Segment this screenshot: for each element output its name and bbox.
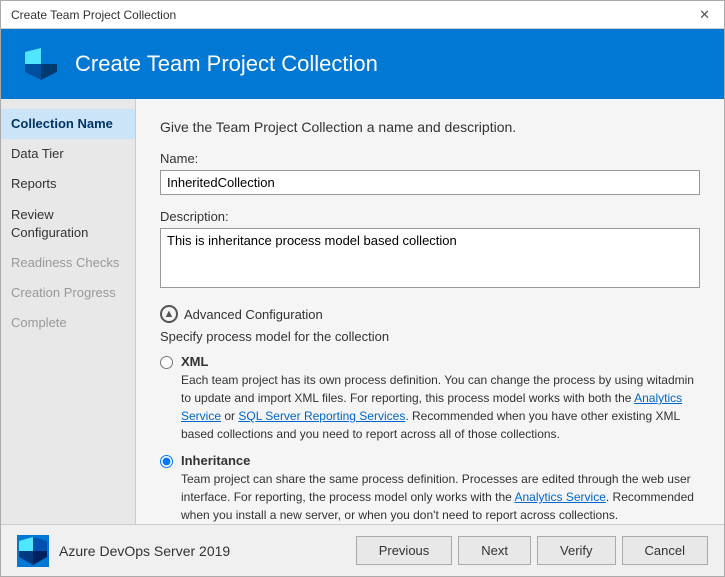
xml-radio-label[interactable]: XML — [181, 354, 208, 369]
description-input[interactable]: This is inheritance process model based … — [160, 228, 700, 288]
inheritance-radio-item: Inheritance Team project can share the s… — [160, 453, 700, 524]
xml-radio-content: XML Each team project has its own proces… — [181, 354, 700, 443]
title-bar: Create Team Project Collection ✕ — [1, 1, 724, 29]
sidebar: Collection Name Data Tier Reports Review… — [1, 99, 136, 524]
sidebar-item-readiness-checks: Readiness Checks — [1, 248, 135, 278]
content-area: Give the Team Project Collection a name … — [136, 99, 724, 524]
name-group: Name: — [160, 151, 700, 195]
sidebar-item-complete: Complete — [1, 308, 135, 338]
collapse-icon: ▲ — [160, 305, 178, 323]
footer-buttons: Previous Next Verify Cancel — [356, 536, 708, 565]
advanced-subtitle: Specify process model for the collection — [160, 329, 700, 344]
analytics-service-link-inheritance[interactable]: Analytics Service — [515, 490, 606, 504]
xml-radio-item: XML Each team project has its own proces… — [160, 354, 700, 443]
advanced-toggle[interactable]: ▲ Advanced Configuration — [160, 305, 700, 323]
process-model-radio-group: XML Each team project has its own proces… — [160, 354, 700, 524]
dialog-header: Create Team Project Collection — [1, 29, 724, 99]
advanced-toggle-label: Advanced Configuration — [184, 307, 323, 322]
inheritance-radio-label[interactable]: Inheritance — [181, 453, 250, 468]
inheritance-radio[interactable] — [160, 455, 173, 468]
xml-radio[interactable] — [160, 356, 173, 369]
close-button[interactable]: ✕ — [695, 7, 714, 23]
header-icon — [21, 44, 61, 84]
dialog-footer: Azure DevOps Server 2019 Previous Next V… — [1, 524, 724, 576]
next-button[interactable]: Next — [458, 536, 531, 565]
sql-reporting-link[interactable]: SQL Server Reporting Services — [238, 409, 405, 423]
window-title: Create Team Project Collection — [11, 8, 176, 22]
footer-logo-text: Azure DevOps Server 2019 — [59, 543, 230, 559]
name-label: Name: — [160, 151, 700, 166]
sidebar-item-review-configuration[interactable]: Review Configuration — [1, 200, 135, 248]
advanced-section: ▲ Advanced Configuration Specify process… — [160, 305, 700, 524]
sidebar-item-reports[interactable]: Reports — [1, 169, 135, 199]
description-group: Description: This is inheritance process… — [160, 209, 700, 291]
xml-desc-middle: or — [221, 409, 238, 423]
verify-button[interactable]: Verify — [537, 536, 616, 565]
cancel-button[interactable]: Cancel — [622, 536, 708, 565]
inheritance-radio-desc: Team project can share the same process … — [181, 470, 700, 524]
main-window: Create Team Project Collection ✕ Create … — [0, 0, 725, 577]
previous-button[interactable]: Previous — [356, 536, 453, 565]
xml-desc-before: Each team project has its own process de… — [181, 373, 694, 405]
xml-radio-desc: Each team project has its own process de… — [181, 371, 700, 443]
azure-devops-logo — [17, 535, 49, 567]
sidebar-item-data-tier[interactable]: Data Tier — [1, 139, 135, 169]
content-heading: Give the Team Project Collection a name … — [160, 119, 700, 135]
dialog-title: Create Team Project Collection — [75, 51, 378, 77]
dialog-body: Collection Name Data Tier Reports Review… — [1, 99, 724, 524]
name-input[interactable] — [160, 170, 700, 195]
inheritance-radio-content: Inheritance Team project can share the s… — [181, 453, 700, 524]
footer-logo: Azure DevOps Server 2019 — [17, 535, 356, 567]
sidebar-item-creation-progress: Creation Progress — [1, 278, 135, 308]
sidebar-item-collection-name[interactable]: Collection Name — [1, 109, 135, 139]
description-label: Description: — [160, 209, 700, 224]
